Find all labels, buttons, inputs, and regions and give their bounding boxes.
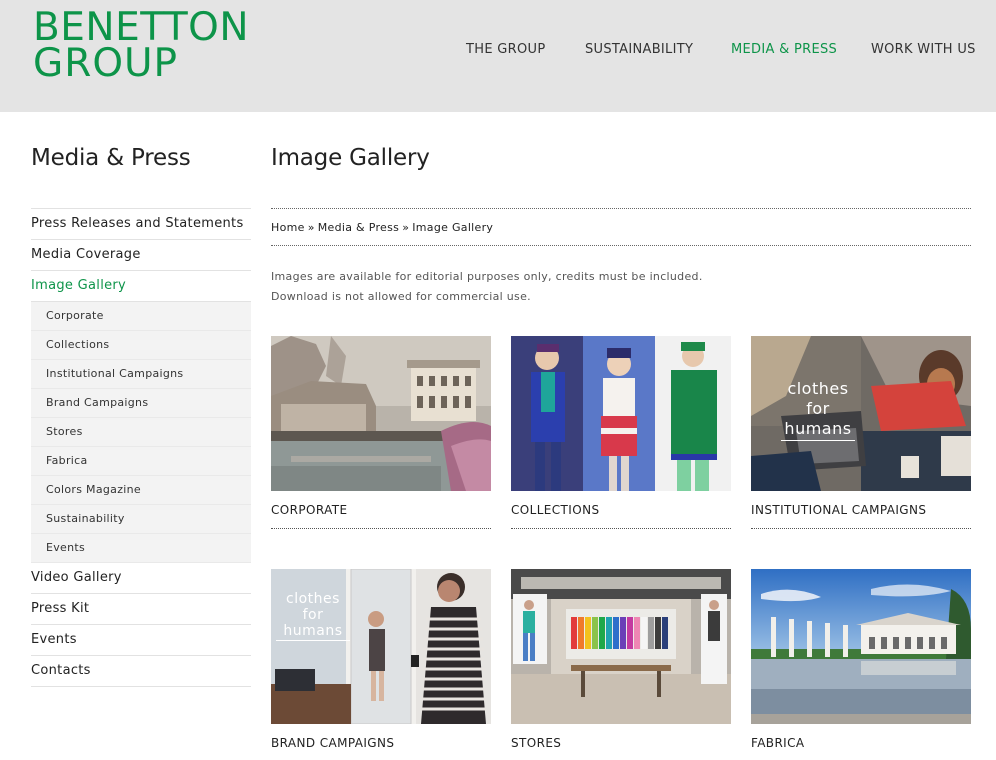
gallery-tile-collections[interactable]: COLLECTIONS xyxy=(511,336,731,529)
collections-thumbnail[interactable] xyxy=(511,336,731,491)
breadcrumb-home[interactable]: Home xyxy=(271,221,305,234)
overlay-word: for xyxy=(302,607,324,623)
breadcrumb-media-press[interactable]: Media & Press xyxy=(318,221,399,234)
sidebar-item-events[interactable]: Events xyxy=(31,625,251,656)
gallery-tile-institutional-campaigns[interactable]: clothes for humans INSTITUTIONAL CAMPAIG… xyxy=(751,336,971,529)
breadcrumb-separator: » xyxy=(402,221,410,234)
nav-sustainability[interactable]: SUSTAINABILITY xyxy=(585,42,693,57)
tile-caption[interactable]: STORES xyxy=(511,724,731,760)
sidebar-subitem-corporate[interactable]: Corporate xyxy=(31,302,251,331)
overlay-word: clothes xyxy=(787,379,849,398)
sidebar-subitem-institutional-campaigns[interactable]: Institutional Campaigns xyxy=(31,360,251,389)
campaign-overlay-text: clothes for humans xyxy=(276,591,350,641)
sidebar-submenu: Corporate Collections Institutional Camp… xyxy=(31,302,251,563)
sidebar-subitem-brand-campaigns[interactable]: Brand Campaigns xyxy=(31,389,251,418)
site-header: BENETTON GROUP THE GROUP SUSTAINABILITY … xyxy=(0,0,996,112)
sidebar-item-contacts[interactable]: Contacts xyxy=(31,656,251,687)
top-navigation: THE GROUP SUSTAINABILITY MEDIA & PRESS W… xyxy=(0,42,996,60)
sidebar-subitem-events[interactable]: Events xyxy=(31,534,251,563)
breadcrumb-separator: » xyxy=(307,221,315,234)
sidebar-subitem-fabrica[interactable]: Fabrica xyxy=(31,447,251,476)
sidebar-item-video-gallery[interactable]: Video Gallery xyxy=(31,563,251,594)
tile-caption[interactable]: FABRICA xyxy=(751,724,971,760)
institutional-campaigns-thumbnail[interactable]: clothes for humans xyxy=(751,336,971,491)
nav-the-group[interactable]: THE GROUP xyxy=(466,42,545,57)
gallery-tile-fabrica[interactable]: FABRICA xyxy=(751,569,971,760)
sidebar-item-media-coverage[interactable]: Media Coverage xyxy=(31,240,251,271)
gallery-tile-brand-campaigns[interactable]: clothes for humans BRAND CAMPAIGNS xyxy=(271,569,491,760)
corporate-thumbnail[interactable] xyxy=(271,336,491,491)
overlay-word: clothes xyxy=(286,591,340,607)
breadcrumb-current: Image Gallery xyxy=(412,221,494,234)
sidebar-nav: Press Releases and Statements Media Cove… xyxy=(31,208,251,687)
sidebar-title: Media & Press xyxy=(31,145,191,171)
campaign-overlay-text: clothes for humans xyxy=(781,379,855,441)
page-title: Image Gallery xyxy=(271,145,430,171)
tile-caption[interactable]: COLLECTIONS xyxy=(511,491,731,529)
brand-campaigns-thumbnail[interactable]: clothes for humans xyxy=(271,569,491,724)
overlay-word: humans xyxy=(276,623,350,641)
sidebar-subitem-colors-magazine[interactable]: Colors Magazine xyxy=(31,476,251,505)
sidebar-item-press-kit[interactable]: Press Kit xyxy=(31,594,251,625)
tile-caption[interactable]: CORPORATE xyxy=(271,491,491,529)
notice-line-1: Images are available for editorial purpo… xyxy=(271,270,703,283)
nav-media-press[interactable]: MEDIA & PRESS xyxy=(731,42,837,57)
sidebar-subitem-sustainability[interactable]: Sustainability xyxy=(31,505,251,534)
sidebar-item-press-releases[interactable]: Press Releases and Statements xyxy=(31,209,251,240)
stores-thumbnail[interactable] xyxy=(511,569,731,724)
tile-caption[interactable]: INSTITUTIONAL CAMPAIGNS xyxy=(751,491,971,529)
overlay-word: humans xyxy=(781,419,855,441)
breadcrumb: Home» Media & Press» Image Gallery xyxy=(271,208,971,246)
nav-work-with-us[interactable]: WORK WITH US xyxy=(871,42,976,57)
gallery-tile-corporate[interactable]: CORPORATE xyxy=(271,336,491,529)
sidebar-subitem-stores[interactable]: Stores xyxy=(31,418,251,447)
notice-line-2: Download is not allowed for commercial u… xyxy=(271,290,531,303)
fabrica-thumbnail[interactable] xyxy=(751,569,971,724)
gallery-tile-stores[interactable]: STORES xyxy=(511,569,731,760)
tile-caption[interactable]: BRAND CAMPAIGNS xyxy=(271,724,491,760)
sidebar-item-image-gallery[interactable]: Image Gallery xyxy=(31,271,251,302)
overlay-word: for xyxy=(806,399,830,418)
sidebar-subitem-collections[interactable]: Collections xyxy=(31,331,251,360)
usage-notice: Images are available for editorial purpo… xyxy=(271,267,703,307)
